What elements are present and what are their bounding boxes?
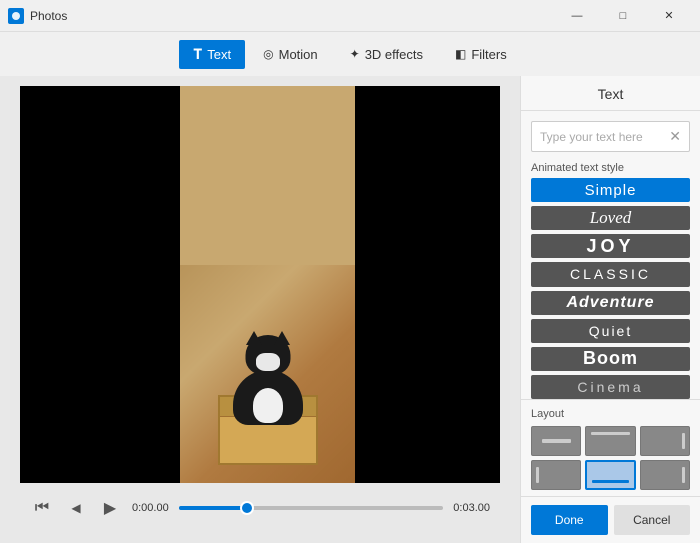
layout-btn-6[interactable] [640,460,690,490]
toolbar-3deffects-button[interactable]: ✦ 3D effects [336,41,437,68]
window-controls: — □ ✕ [554,0,692,32]
toolbar-motion-label: Motion [279,47,318,62]
layout-section: Layout [521,399,700,496]
styles-list: Simple Loved JOY CLASSIC Adventure Quiet… [521,178,700,399]
toolbar-text-button[interactable]: 𝐓 Text [179,40,245,69]
layout-btn-1[interactable] [531,426,581,456]
minimize-button[interactable]: — [554,0,600,32]
style-cinema-button[interactable]: Cinema [531,375,690,399]
toolbar-text-label: Text [207,47,231,62]
go-start-button[interactable]: ⏮ [30,496,54,520]
style-joy-button[interactable]: JOY [531,234,690,258]
app-title: Photos [30,9,554,23]
layout-btn-4[interactable] [531,460,581,490]
cancel-button[interactable]: Cancel [614,505,691,535]
style-quiet-label: Quiet [589,323,632,339]
timeline-progress [179,506,248,510]
style-loved-label: Loved [590,208,632,228]
toolbar-motion-button[interactable]: ◎ Motion [249,41,332,68]
video-canvas [20,86,500,483]
text-input-clear-icon[interactable]: ✕ [669,128,681,145]
cat-scene [180,86,355,483]
layout-btn-5[interactable] [585,460,635,490]
style-adventure-button[interactable]: Adventure [531,291,690,315]
play-back-button[interactable]: ◀ [64,496,88,520]
timeline-area: ⏮ ◀ ▶ 0:00.00 0:03.00 [20,483,500,533]
style-loved-button[interactable]: Loved [531,206,690,230]
text-input-placeholder: Type your text here [540,130,643,144]
motion-icon: ◎ [263,47,273,61]
style-simple-button[interactable]: Simple [531,178,690,202]
cat-chest [253,388,283,423]
style-joy-label: JOY [586,236,634,257]
cat-face [256,353,280,371]
close-button[interactable]: ✕ [646,0,692,32]
style-cinema-label: Cinema [577,379,643,395]
style-quiet-button[interactable]: Quiet [531,319,690,343]
video-area: ⏮ ◀ ▶ 0:00.00 0:03.00 [0,76,520,543]
toolbar-3deffects-label: 3D effects [365,47,423,62]
style-classic-button[interactable]: CLASSIC [531,262,690,286]
panel-title: Text [521,76,700,111]
total-time: 0:03.00 [453,502,490,514]
animated-style-label: Animated text style [521,160,700,178]
layout-grid-row1 [531,426,690,456]
toolbar-filters-label: Filters [471,47,506,62]
3deffects-icon: ✦ [350,47,360,61]
video-left-letterbox [20,86,180,483]
app-icon [8,8,24,24]
layout-btn-2[interactable] [585,426,635,456]
timeline-thumb[interactable] [240,501,254,515]
main-content: ⏮ ◀ ▶ 0:00.00 0:03.00 Text Type your tex… [0,76,700,543]
done-button[interactable]: Done [531,505,608,535]
toolbar-filters-button[interactable]: ◧ Filters [441,41,521,68]
style-boom-label: Boom [583,348,638,369]
layout-label: Layout [531,408,690,420]
layout-btn-3[interactable] [640,426,690,456]
play-button[interactable]: ▶ [98,496,122,520]
text-input-wrapper[interactable]: Type your text here ✕ [531,121,690,152]
timeline-track[interactable] [179,506,444,510]
layout-grid-row2 [531,460,690,490]
text-input-area: Type your text here ✕ [521,111,700,160]
filters-icon: ◧ [455,47,466,61]
panel-footer: Done Cancel [521,496,700,543]
text-icon: 𝐓 [193,46,202,63]
current-time: 0:00.00 [132,502,169,514]
right-panel: Text Type your text here ✕ Animated text… [520,76,700,543]
maximize-button[interactable]: □ [600,0,646,32]
style-boom-button[interactable]: Boom [531,347,690,371]
cat-ear-right [274,331,290,345]
video-frame [180,86,355,483]
title-bar: Photos — □ ✕ [0,0,700,32]
cat-ear-left [246,331,262,345]
video-right-letterbox [355,86,500,483]
toolbar: 𝐓 Text ◎ Motion ✦ 3D effects ◧ Filters [0,32,700,76]
style-simple-label: Simple [585,182,637,199]
style-classic-label: CLASSIC [570,266,651,282]
style-adventure-label: Adventure [566,294,654,312]
